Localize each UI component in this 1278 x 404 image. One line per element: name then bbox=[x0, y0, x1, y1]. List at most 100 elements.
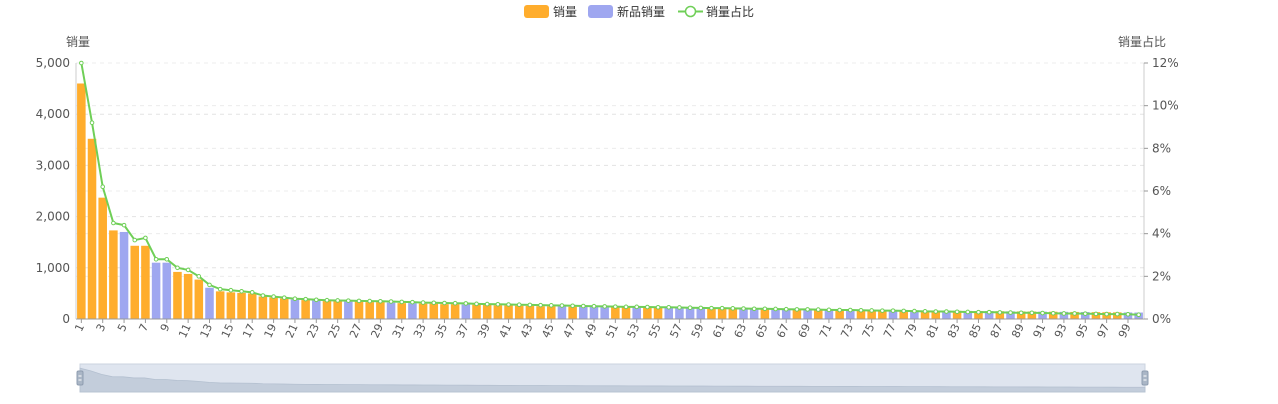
bar-49 bbox=[589, 306, 599, 319]
bar-30 bbox=[386, 302, 396, 319]
share-point-100 bbox=[1136, 312, 1141, 318]
x-tick-label: 3 bbox=[94, 322, 109, 334]
x-tick-label: 57 bbox=[667, 322, 685, 340]
x-tick-label: 87 bbox=[988, 322, 1006, 340]
x-tick-label: 37 bbox=[454, 322, 472, 340]
share-point-33 bbox=[420, 300, 426, 305]
share-point-55 bbox=[655, 304, 661, 310]
bar-51 bbox=[611, 307, 620, 319]
share-point-22 bbox=[303, 296, 308, 302]
bar-42 bbox=[514, 305, 524, 319]
x-tick-label: 43 bbox=[518, 322, 536, 340]
handle-grip[interactable] bbox=[1141, 370, 1149, 386]
data-zoom-handle-right[interactable] bbox=[1141, 370, 1149, 386]
share-point-85 bbox=[976, 309, 981, 315]
share-point-63 bbox=[741, 306, 746, 311]
share-point-26 bbox=[346, 298, 351, 303]
legend-item-2[interactable]: 新品销量 bbox=[588, 4, 665, 19]
legend-marker bbox=[684, 5, 697, 18]
x-tick-label: 1 bbox=[72, 322, 87, 334]
share-point-45 bbox=[548, 303, 554, 308]
x-tick-label: 27 bbox=[347, 322, 365, 340]
share-point-31 bbox=[399, 299, 405, 305]
share-point-92 bbox=[1050, 310, 1056, 316]
x-tick-label: 35 bbox=[432, 322, 450, 340]
x-tick-label: 7 bbox=[136, 322, 151, 334]
share-point-53 bbox=[634, 304, 640, 310]
bar-37 bbox=[461, 304, 471, 319]
bar-series bbox=[77, 83, 1143, 319]
x-tick-label: 99 bbox=[1116, 322, 1134, 340]
x-tick-label: 69 bbox=[796, 322, 814, 340]
share-point-83 bbox=[954, 309, 960, 315]
x-tick-label: 31 bbox=[390, 322, 408, 340]
legend-label: 新品销量 bbox=[617, 4, 665, 19]
data-zoom-slider[interactable] bbox=[76, 363, 1149, 393]
bar-11 bbox=[183, 273, 193, 319]
share-point-32 bbox=[410, 299, 415, 305]
bar-26 bbox=[344, 301, 353, 319]
share-point-40 bbox=[495, 301, 501, 307]
share-point-79 bbox=[912, 308, 917, 314]
share-point-39 bbox=[484, 301, 490, 307]
legend-label: 销量 bbox=[553, 5, 577, 19]
share-point-11 bbox=[185, 267, 191, 273]
y-left-tick-label: 2,000 bbox=[36, 210, 70, 224]
legend[interactable]: 销量 新品销量 销量占比 bbox=[524, 4, 754, 19]
share-point-30 bbox=[388, 299, 394, 304]
bar-47 bbox=[568, 306, 577, 319]
share-point-4 bbox=[111, 220, 116, 226]
share-point-47 bbox=[570, 303, 575, 309]
data-zoom-handle-left[interactable] bbox=[76, 370, 84, 386]
bar-3 bbox=[98, 197, 107, 319]
x-tick-label: 53 bbox=[625, 322, 643, 340]
bar-45 bbox=[546, 306, 556, 319]
share-point-1 bbox=[79, 60, 84, 66]
y-right-tick-label: 8% bbox=[1152, 141, 1171, 155]
handle-grip[interactable] bbox=[76, 370, 84, 386]
x-tick-label: 21 bbox=[283, 322, 301, 340]
share-point-89 bbox=[1018, 310, 1024, 316]
share-point-25 bbox=[335, 298, 340, 303]
y-left-tick-label: 4,000 bbox=[36, 107, 70, 121]
x-tick-label: 85 bbox=[966, 322, 984, 340]
share-point-68 bbox=[794, 307, 800, 312]
share-point-84 bbox=[965, 309, 971, 315]
x-tick-label: 13 bbox=[198, 322, 216, 340]
x-tick-label: 33 bbox=[411, 322, 429, 340]
share-point-87 bbox=[997, 310, 1003, 315]
bar-8 bbox=[151, 262, 161, 319]
bar-31 bbox=[397, 303, 407, 319]
bar-7 bbox=[141, 245, 150, 319]
legend-item-1[interactable]: 销量 bbox=[524, 5, 577, 19]
share-point-16 bbox=[239, 288, 244, 294]
y-right-tick-label: 10% bbox=[1152, 99, 1179, 113]
bar-4 bbox=[109, 230, 118, 319]
share-point-93 bbox=[1061, 311, 1067, 316]
share-point-24 bbox=[324, 297, 330, 303]
y-right-tick-label: 6% bbox=[1152, 184, 1171, 198]
share-point-75 bbox=[869, 308, 874, 313]
x-tick-label: 9 bbox=[158, 322, 173, 334]
x-tick-label: 93 bbox=[1052, 322, 1070, 340]
bar-23 bbox=[312, 300, 321, 319]
share-point-52 bbox=[623, 304, 629, 310]
x-tick-label: 91 bbox=[1031, 322, 1049, 340]
bar-33 bbox=[418, 303, 428, 319]
share-point-8 bbox=[153, 256, 159, 262]
share-point-97 bbox=[1104, 311, 1109, 317]
share-point-56 bbox=[666, 304, 672, 310]
share-point-73 bbox=[848, 307, 853, 313]
share-point-96 bbox=[1093, 311, 1099, 317]
y-left-tick-label: 1,000 bbox=[36, 261, 70, 275]
share-point-69 bbox=[805, 307, 810, 312]
bar-41 bbox=[504, 305, 513, 319]
x-tick-label: 73 bbox=[838, 322, 856, 340]
bar-14 bbox=[215, 291, 225, 319]
legend-item-3[interactable]: 销量占比 bbox=[678, 4, 754, 19]
share-point-67 bbox=[783, 306, 789, 312]
share-point-43 bbox=[527, 302, 533, 308]
bar-36 bbox=[450, 304, 460, 319]
share-point-90 bbox=[1029, 310, 1035, 316]
chart-container: 销量 新品销量 销量占比 销量 销量占比 0 1,000 2,000 3,000 4,000… bbox=[0, 0, 1278, 400]
